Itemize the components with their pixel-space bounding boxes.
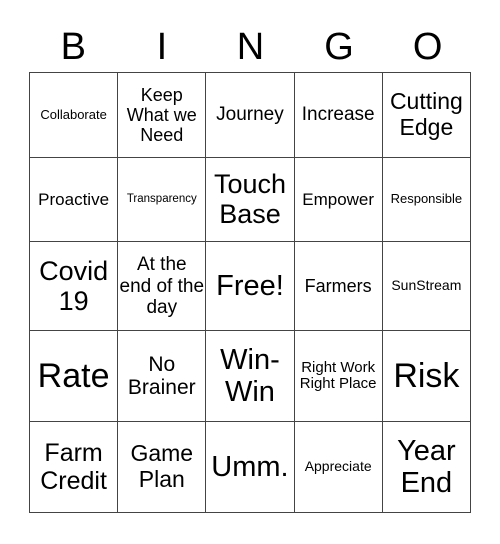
bingo-cell[interactable]: No Brainer bbox=[117, 330, 207, 423]
grid-row: Covid 19 At the end of the day Free! Far… bbox=[28, 241, 472, 332]
bingo-cell[interactable]: Touch Base bbox=[205, 156, 295, 243]
bingo-cell[interactable]: Journey bbox=[205, 72, 295, 158]
bingo-cell[interactable]: Win-Win bbox=[205, 330, 295, 423]
bingo-cell free-space[interactable]: Free! bbox=[205, 241, 295, 332]
bingo-cell[interactable]: Transparency bbox=[117, 156, 207, 243]
bingo-cell[interactable]: Farmers bbox=[293, 241, 383, 332]
bingo-cell[interactable]: Keep What we Need bbox=[117, 72, 207, 158]
header-letter-g: G bbox=[324, 26, 354, 68]
grid-row: Farm Credit Game Plan Umm. Appreciate Ye… bbox=[28, 421, 472, 513]
header-letter-o: O bbox=[412, 26, 443, 68]
bingo-cell[interactable]: Proactive bbox=[28, 156, 119, 243]
bingo-cell[interactable]: Cutting Edge bbox=[381, 72, 472, 158]
bingo-cell[interactable]: Increase bbox=[293, 72, 383, 158]
bingo-cell[interactable]: Game Plan bbox=[117, 421, 207, 513]
bingo-cell[interactable]: Covid 19 bbox=[28, 241, 119, 332]
bingo-cell[interactable]: Empower bbox=[293, 156, 383, 243]
bingo-cell[interactable]: Rate bbox=[28, 330, 119, 423]
bingo-cell[interactable]: Umm. bbox=[205, 421, 295, 513]
header-letter-n: N bbox=[236, 26, 265, 68]
bingo-cell[interactable]: Right Work Right Place bbox=[293, 330, 383, 423]
bingo-cell[interactable]: Responsible bbox=[381, 156, 472, 243]
header-letter-b: B bbox=[60, 26, 86, 68]
bingo-cell[interactable]: Farm Credit bbox=[28, 421, 119, 513]
bingo-cell[interactable]: SunStream bbox=[381, 241, 472, 332]
bingo-header: B I N G O bbox=[29, 22, 472, 72]
grid-row: Collaborate Keep What we Need Journey In… bbox=[28, 72, 472, 158]
bingo-cell[interactable]: Appreciate bbox=[293, 421, 383, 513]
bingo-cell[interactable]: Collaborate bbox=[28, 72, 119, 158]
grid-row: Proactive Transparency Touch Base Empowe… bbox=[28, 156, 472, 243]
bingo-cell[interactable]: Year End bbox=[381, 421, 472, 513]
grid-row: Rate No Brainer Win-Win Right Work Right… bbox=[28, 330, 472, 423]
bingo-cell[interactable]: At the end of the day bbox=[117, 241, 207, 332]
bingo-grid: Collaborate Keep What we Need Journey In… bbox=[28, 72, 472, 513]
bingo-cell[interactable]: Risk bbox=[381, 330, 472, 423]
header-letter-i: I bbox=[156, 26, 168, 68]
